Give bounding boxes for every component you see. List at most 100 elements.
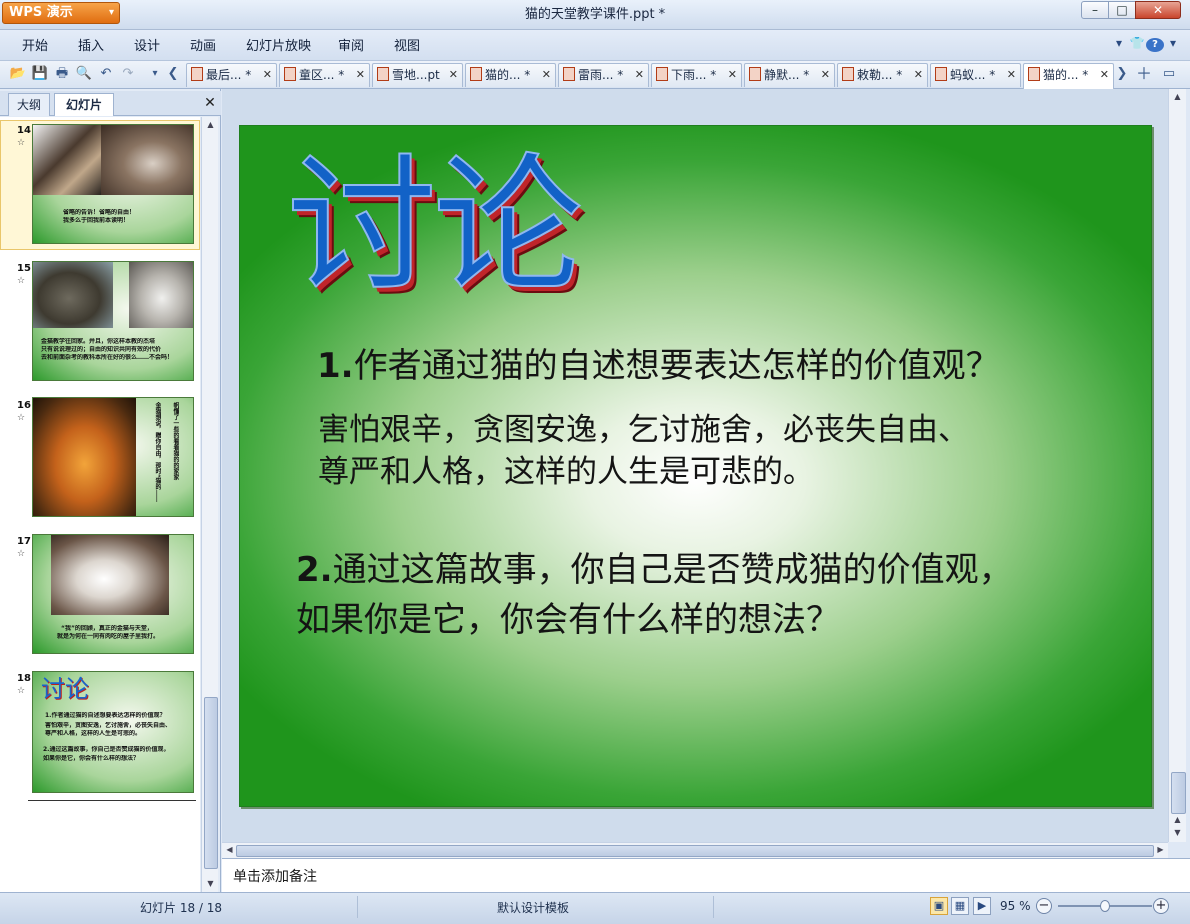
document-tab[interactable]: 猫的... * ✕	[1023, 63, 1114, 89]
slide-title[interactable]: 讨论	[286, 132, 647, 322]
tab-slides[interactable]: 幻灯片	[54, 93, 114, 116]
status-separator	[357, 896, 358, 918]
document-tab[interactable]: 敕勒... * ✕	[837, 63, 928, 87]
question-1[interactable]: 1.作者通过猫的自述想要表达怎样的价值观？	[317, 344, 1000, 388]
slide-sorter-icon[interactable]: ▦	[951, 897, 969, 915]
menu-view[interactable]: 视图	[394, 38, 420, 56]
scroll-down-icon[interactable]: ▼	[1171, 827, 1184, 839]
menu-review[interactable]: 审阅	[338, 38, 364, 56]
thumbnail-scrollbar[interactable]: ▲ ▼	[201, 117, 218, 892]
menu-animation[interactable]: 动画	[190, 38, 216, 56]
vertical-scrollbar[interactable]: ▲ ▲ ▼	[1168, 89, 1186, 842]
slide-thumbnail-14[interactable]: 省略的告诉！省略的自由！ 我多么于回我前本读明！	[32, 124, 194, 244]
document-tab[interactable]: 雷雨... * ✕	[558, 63, 649, 87]
document-tab[interactable]: 下雨... * ✕	[651, 63, 742, 87]
menu-slideshow[interactable]: 幻灯片放映	[246, 38, 311, 56]
slide-thumbnail-16[interactable]: 金猫想说，赠你自由，那时“猫的…… 帆懂了一些的看着猫的的家家	[32, 397, 194, 517]
scroll-up-icon[interactable]: ▲	[204, 119, 217, 131]
open-folder-icon[interactable]: 📂	[9, 64, 27, 84]
help-icon[interactable]: ?	[1146, 36, 1164, 52]
thumbnail-text: 就是为何在一同有肉吃的屋子里我打。	[57, 633, 160, 640]
document-tab[interactable]: 童区... * ✕	[279, 63, 370, 87]
undo-icon[interactable]: ↶	[97, 64, 115, 84]
redo-icon[interactable]: ↷	[119, 64, 137, 84]
zoom-out-button[interactable]: −	[1036, 898, 1052, 914]
new-tab-plus-icon[interactable]: ＋	[1135, 64, 1153, 84]
document-tab[interactable]: 雪地...pt ✕	[372, 63, 463, 87]
ppt-file-icon	[1028, 67, 1040, 81]
slide-number: 15	[17, 263, 31, 274]
question-2-line-2[interactable]: 如果你是它，你会有什么样的想法？	[296, 598, 840, 642]
star-icon: ☆	[17, 138, 26, 148]
scroll-left-icon[interactable]: ◀	[223, 844, 236, 856]
close-icon[interactable]: ✕	[635, 64, 644, 86]
status-separator	[713, 896, 714, 918]
window-list-icon[interactable]: ▭	[1160, 64, 1178, 84]
shirt-icon[interactable]: 👕	[1128, 36, 1146, 50]
dropdown-icon[interactable]: ▾	[146, 64, 164, 84]
close-icon[interactable]: ✕	[1100, 64, 1109, 86]
zoom-slider-knob[interactable]	[1100, 900, 1110, 912]
document-tab[interactable]: 蚂蚁... * ✕	[930, 63, 1021, 87]
answer-1-line-2[interactable]: 尊严和人格，这样的人生是可悲的。	[318, 452, 814, 492]
notes-placeholder[interactable]: 单击添加备注	[233, 866, 317, 886]
scroll-right-icon[interactable]: ▶	[1154, 844, 1167, 856]
save-icon[interactable]: 💾	[31, 64, 49, 84]
answer-1-line-1[interactable]: 害怕艰辛，贪图安逸，乞讨施舍，必丧失自由、	[318, 410, 969, 450]
scrollbar-thumb[interactable]	[204, 697, 218, 869]
close-icon[interactable]: ✕	[203, 95, 217, 111]
close-icon[interactable]: ✕	[1007, 64, 1016, 86]
close-icon[interactable]: ✕	[449, 64, 458, 86]
slide-thumbnail-17[interactable]: “我”的回顾，真正的金猫与天堂， 就是为何在一同有肉吃的屋子里我打。	[32, 534, 194, 654]
menu-insert[interactable]: 插入	[78, 38, 104, 56]
maximize-button[interactable]: □	[1108, 1, 1136, 19]
chevron-down-icon[interactable]: ▾	[1164, 36, 1182, 50]
scroll-up-icon[interactable]: ▲	[1171, 91, 1184, 103]
notes-pane[interactable]	[222, 858, 1190, 892]
document-tab[interactable]: 猫的... * ✕	[465, 63, 556, 87]
insertion-marker	[28, 800, 196, 801]
chevron-down-icon: ▾	[108, 7, 114, 18]
design-template[interactable]: 默认设计模板	[497, 899, 569, 916]
scrollbar-thumb[interactable]	[1171, 772, 1186, 814]
menu-home[interactable]: 开始	[22, 38, 48, 56]
tab-scroll-left-icon[interactable]: ❮	[164, 64, 182, 84]
ppt-file-icon	[284, 67, 296, 81]
scrollbar-thumb[interactable]	[236, 845, 1154, 857]
tab-outline[interactable]: 大纲	[8, 93, 50, 116]
slide-thumbnail-15[interactable]: 金猫教学往回家。并且，你这样本教的杰培 只有说说理过的；自由的知识共同有效的代价…	[32, 261, 194, 381]
tab-scroll-right-icon[interactable]: ❯	[1113, 64, 1131, 84]
menu-design[interactable]: 设计	[134, 38, 160, 56]
ppt-file-icon	[935, 67, 947, 81]
menu-right-tools: ▾ 👕? ▾	[1110, 36, 1186, 56]
slide-number: 18	[17, 673, 31, 684]
cat-photo-thumbnail	[51, 535, 169, 615]
zoom-in-button[interactable]: +	[1153, 898, 1169, 914]
close-icon[interactable]: ✕	[728, 64, 737, 86]
question-2-line-1[interactable]: 2.通过这篇故事，你自己是否赞成猫的价值观，	[296, 548, 1013, 592]
scroll-up-icon[interactable]: ▲	[1171, 814, 1184, 826]
document-tab[interactable]: 最后... * ✕	[186, 63, 277, 87]
close-icon[interactable]: ✕	[821, 64, 830, 86]
minimize-button[interactable]: –	[1081, 1, 1109, 19]
thumbnail-text: 去和前面杂考的教科本所在好的很么……不会吗！	[41, 354, 174, 361]
close-icon[interactable]: ✕	[263, 64, 272, 86]
close-icon[interactable]: ✕	[356, 64, 365, 86]
slide-thumbnail-18[interactable]: 讨论 1.作者通过猫的自述想要表达怎样的价值观？ 害怕艰辛，贪图安逸，乞讨施舍，…	[32, 671, 194, 793]
ppt-file-icon	[842, 67, 854, 81]
close-icon[interactable]: ✕	[914, 64, 923, 86]
wps-app-menu-button[interactable]: WPS 演示 ▾	[2, 2, 120, 24]
chevron-down-icon[interactable]: ▾	[1110, 36, 1128, 50]
print-preview-icon[interactable]: 🔍	[75, 64, 93, 84]
close-icon[interactable]: ✕	[542, 64, 551, 86]
close-button[interactable]: ✕	[1135, 1, 1181, 19]
document-tab-label: 蚂蚁... *	[950, 68, 996, 82]
slideshow-icon[interactable]: ▶	[973, 897, 991, 915]
document-tab[interactable]: 静默... * ✕	[744, 63, 835, 87]
normal-view-icon[interactable]: ▣	[930, 897, 948, 915]
print-icon[interactable]: 🖶	[53, 64, 71, 84]
scroll-down-icon[interactable]: ▼	[204, 878, 217, 890]
slide-number: 16	[17, 400, 31, 411]
zoom-percent: 95 %	[1000, 899, 1031, 913]
horizontal-scrollbar[interactable]: ◀ ▶	[222, 842, 1168, 858]
